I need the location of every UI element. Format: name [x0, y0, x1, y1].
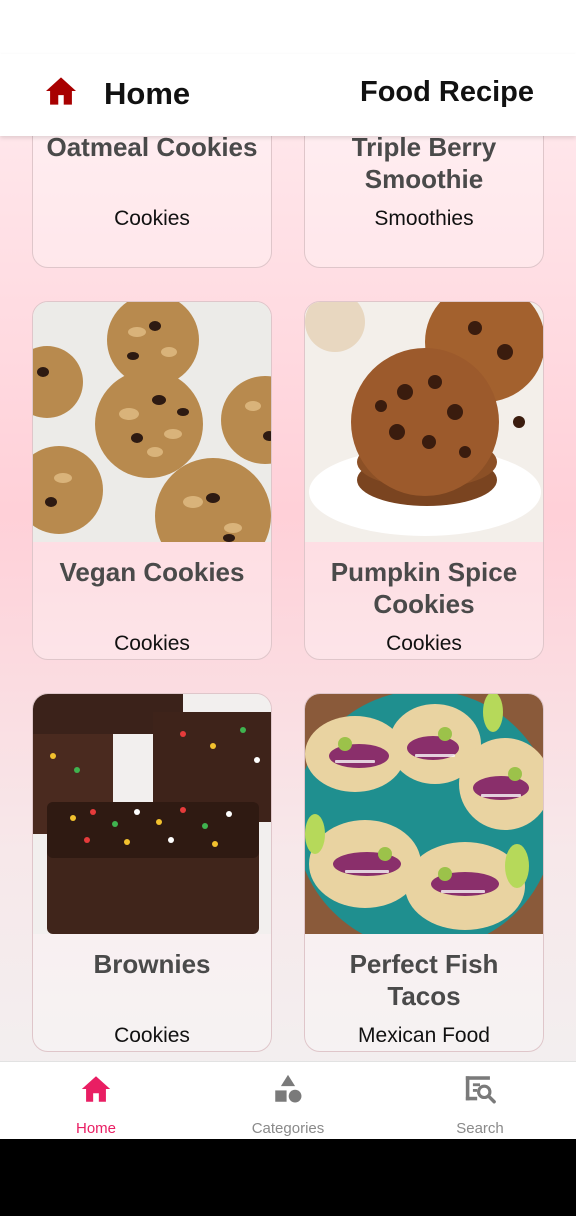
home-icon[interactable] [44, 76, 78, 106]
recipe-category: Mexican Food [358, 1024, 490, 1047]
recipe-category: Cookies [386, 632, 462, 655]
app-bar: Home Food Recipe [0, 54, 576, 136]
status-bar [0, 0, 576, 54]
app-name: Food Recipe [359, 76, 534, 108]
recipe-name: Vegan Cookies [59, 557, 245, 587]
nav-home[interactable]: Home [0, 1062, 192, 1139]
nav-home-label: Home [75, 1120, 116, 1137]
recipe-image [33, 302, 271, 542]
recipe-card[interactable]: Perfect Fish Tacos Mexican Food [304, 693, 544, 1052]
recipe-card[interactable]: Brownies Cookies [32, 693, 272, 1052]
categories-icon [275, 1074, 302, 1103]
recipe-image [33, 694, 271, 934]
app-screen: Oatmeal Cookies Cookies Triple Berry Smo… [0, 0, 576, 1139]
search-icon [465, 1076, 496, 1104]
recipe-image [305, 302, 543, 542]
system-navigation-bar [0, 1139, 576, 1216]
recipe-card[interactable]: Vegan Cookies Cookies [32, 301, 272, 660]
bottom-navigation: Home Categories Search [0, 1061, 576, 1139]
recipe-category: Cookies [114, 632, 190, 655]
home-icon [81, 1076, 111, 1102]
nav-categories[interactable]: Categories [192, 1062, 384, 1139]
recipe-name: Pumpkin Spice Cookies [330, 557, 518, 619]
recipe-category: Cookies [114, 1024, 190, 1047]
recipe-image [305, 694, 543, 934]
nav-search[interactable]: Search [384, 1062, 576, 1139]
page-title: Home [104, 76, 191, 111]
recipe-category: Cookies [114, 207, 190, 230]
nav-categories-label: Categories [251, 1120, 325, 1137]
nav-search-label: Search [456, 1120, 504, 1137]
recipe-name: Perfect Fish Tacos [349, 949, 499, 1011]
recipe-name: Brownies [93, 949, 211, 979]
recipe-category: Smoothies [374, 207, 474, 230]
recipe-name: Triple Berry Smoothie [351, 132, 497, 194]
recipe-grid[interactable]: Oatmeal Cookies Cookies Triple Berry Smo… [0, 0, 576, 1139]
recipe-card[interactable]: Pumpkin Spice Cookies Cookies [304, 301, 544, 660]
